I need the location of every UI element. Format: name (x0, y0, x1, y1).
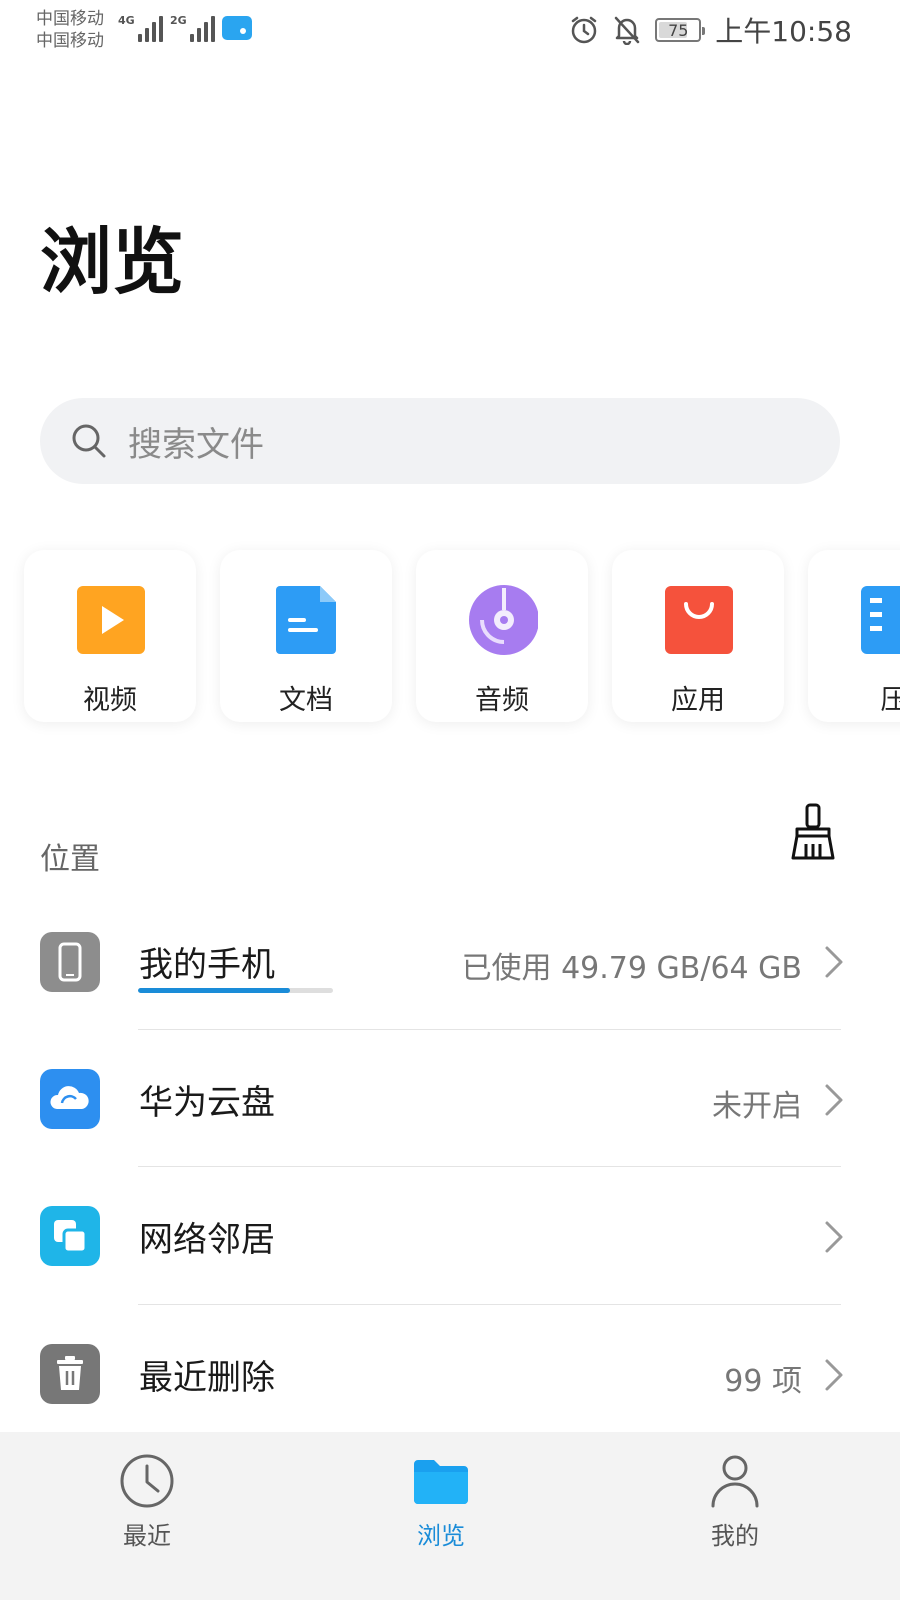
chevron-right-icon (825, 1221, 843, 1253)
clock: 上午10:58 (715, 15, 852, 48)
search-icon (72, 424, 106, 458)
divider (138, 1166, 841, 1167)
signal-icon-2: 2G (170, 14, 215, 42)
location-my-phone[interactable]: 我的手机 已使用 49.79 GB/64 GB (0, 893, 900, 1031)
page-title: 浏览 (40, 220, 185, 304)
category-strip: 视频 文档 音频 应用 压 (0, 540, 900, 740)
chevron-right-icon (825, 1359, 843, 1391)
cloud-icon (40, 1069, 100, 1129)
category-audio[interactable]: 音频 (416, 550, 588, 722)
battery-level: 75 (668, 20, 689, 40)
broom-icon[interactable] (788, 802, 838, 862)
carrier-info: 中国移动 中国移动 (36, 8, 104, 52)
network-type-2: 2G (170, 14, 187, 27)
status-bar: 中国移动 中国移动 4G 2G 75 上午10:58 (0, 0, 900, 64)
category-label: 压 (880, 685, 900, 716)
video-icon (77, 586, 145, 654)
location-recently-deleted[interactable]: 最近删除 99 项 (0, 1306, 900, 1444)
location-section-title: 位置 (40, 842, 100, 877)
network-type-1: 4G (118, 14, 135, 27)
chevron-right-icon (825, 946, 843, 978)
category-video[interactable]: 视频 (24, 550, 196, 722)
location-label: 我的手机 (139, 945, 275, 985)
category-app[interactable]: 应用 (612, 550, 784, 722)
location-label: 网络邻居 (139, 1220, 275, 1260)
divider (138, 1304, 841, 1305)
alarm-icon (572, 16, 597, 44)
deleted-count: 99 项 (724, 1364, 802, 1399)
bottom-navigation: 最近 浏览 我的 (0, 1432, 900, 1600)
category-label: 音频 (475, 685, 529, 716)
location-network-neighborhood[interactable]: 网络邻居 (0, 1168, 900, 1306)
message-icon (222, 16, 252, 40)
category-label: 视频 (83, 685, 137, 716)
tab-mine[interactable]: 我的 (645, 1432, 825, 1600)
tab-label: 最近 (123, 1522, 171, 1550)
carrier-2: 中国移动 (36, 31, 104, 51)
clock-icon (120, 1454, 174, 1508)
audio-icon (469, 585, 538, 655)
person-icon (711, 1455, 759, 1508)
app-bag-icon (665, 586, 733, 654)
storage-progress-bar (138, 988, 333, 993)
location-label: 华为云盘 (139, 1083, 275, 1123)
search-input[interactable]: 搜索文件 (40, 398, 840, 484)
mute-bell-icon (615, 16, 640, 45)
search-placeholder: 搜索文件 (128, 424, 264, 465)
location-huawei-cloud[interactable]: 华为云盘 未开启 (0, 1031, 900, 1169)
category-document[interactable]: 文档 (220, 550, 392, 722)
storage-progress-fill (138, 988, 291, 993)
network-icon (40, 1206, 100, 1266)
tab-browse[interactable]: 浏览 (351, 1432, 531, 1600)
category-label: 文档 (279, 685, 333, 716)
battery-icon: 75 (655, 18, 706, 42)
category-label: 应用 (671, 685, 725, 716)
chevron-right-icon (825, 1084, 843, 1116)
tab-label: 我的 (711, 1522, 759, 1550)
status-right: 75 上午10:58 (569, 12, 852, 48)
phone-icon (40, 932, 100, 992)
tab-recent[interactable]: 最近 (57, 1432, 237, 1600)
cloud-status: 未开启 (712, 1089, 802, 1124)
document-icon (276, 586, 336, 654)
location-label: 最近删除 (139, 1358, 275, 1398)
signal-icon: 4G (118, 14, 163, 42)
tab-label: 浏览 (417, 1522, 465, 1550)
storage-usage: 已使用 49.79 GB/64 GB (461, 951, 802, 986)
archive-icon (861, 586, 900, 654)
folder-icon (414, 1460, 468, 1504)
category-archive[interactable]: 压 (808, 550, 900, 722)
trash-icon (40, 1344, 100, 1404)
divider (138, 1029, 841, 1030)
carrier-1: 中国移动 (36, 9, 104, 29)
